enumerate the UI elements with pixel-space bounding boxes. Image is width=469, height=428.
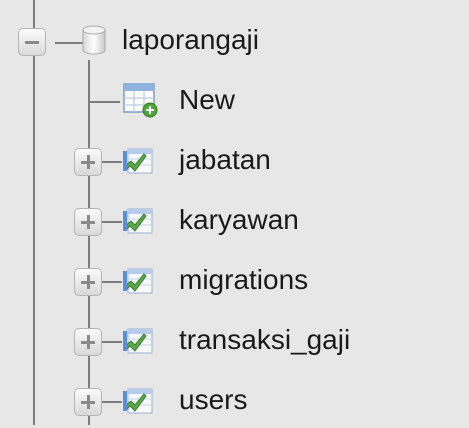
new-label: New [179,84,236,115]
table-label: migrations [179,264,309,295]
database-label: laporangaji [122,24,259,55]
table-icon [123,388,153,414]
table-label: karyawan [179,204,299,235]
tree-connector [99,161,122,163]
expand-icon[interactable] [74,268,102,296]
tree-item-new[interactable]: New [10,78,469,128]
tree-item-database[interactable]: laporangaji [10,18,469,68]
tree-item-table[interactable]: jabatan [10,138,469,188]
table-icon [123,328,153,354]
expand-icon[interactable] [74,208,102,236]
table-label: users [179,384,248,415]
table-label: jabatan [179,144,271,175]
expand-icon[interactable] [74,328,102,356]
tree-item-table[interactable]: transaksi_gaji [10,318,469,368]
new-table-icon [123,83,158,118]
navigation-tree: laporangaji New jabatan karyawan migrati… [10,0,469,425]
tree-connector [99,401,122,403]
collapse-icon[interactable] [18,28,46,56]
tree-connector [99,341,122,343]
expand-icon[interactable] [74,388,102,416]
expand-icon[interactable] [74,148,102,176]
table-label: transaksi_gaji [179,324,351,355]
table-icon [123,208,153,234]
database-icon [82,25,106,55]
tree-connector [99,221,122,223]
tree-item-table[interactable]: karyawan [10,198,469,248]
tree-item-table[interactable]: migrations [10,258,469,308]
tree-item-table[interactable]: users [10,378,469,428]
table-icon [123,268,153,294]
tree-connector [99,281,122,283]
table-icon [123,148,153,174]
